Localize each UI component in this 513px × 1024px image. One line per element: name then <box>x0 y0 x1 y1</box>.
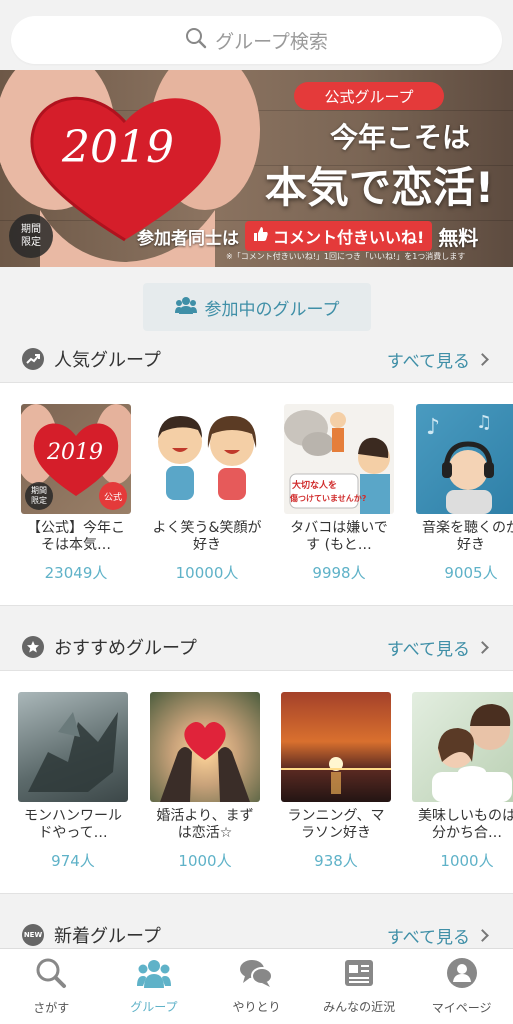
section-title: おすすめグループ <box>54 638 197 659</box>
chevron-right-icon <box>476 352 489 366</box>
group-icon <box>136 958 171 992</box>
nav-label: マイページ <box>431 1001 492 1015</box>
banner-offer-free: 無料 <box>438 225 479 250</box>
see-all-link[interactable]: すべて見る <box>386 347 489 372</box>
nav-search[interactable]: さがす <box>0 949 103 1024</box>
promo-banner[interactable]: 2019 期間 限定 公式グループ 今年こそは 本気で恋活! 参加者同士は コメ… <box>0 70 513 267</box>
section-title: 人気グループ <box>54 350 161 371</box>
member-count: 1000人 <box>178 852 232 870</box>
svg-text:♪: ♪ <box>426 415 440 440</box>
search-bar-area: グループ検索 <box>0 0 513 70</box>
nav-news[interactable]: みんなの近況 <box>308 949 411 1024</box>
recommended-groups-list: モンハンワールドやって… 974人 婚活より、まずは恋活☆ 1000人 ランニン… <box>0 670 513 894</box>
nav-label: みんなの近況 <box>323 1000 396 1014</box>
member-count: 10000人 <box>175 564 239 582</box>
member-count: 23049人 <box>44 564 108 582</box>
nav-label: さがす <box>33 1001 70 1015</box>
group-thumbnail <box>150 692 260 802</box>
group-name: 【公式】今年こそは本気… <box>27 520 125 553</box>
official-group-pill: 公式グループ <box>294 82 444 110</box>
banner-offer-row: 参加者同士は コメント付きいいね! 無料 <box>137 221 478 251</box>
banner-footnote: ※「コメント付きいいね!」1回につき「いいね!」を1つ消費します <box>226 252 466 261</box>
group-name: よく笑う&笑顔が好き <box>152 520 262 553</box>
comment-like-text: コメント付きいいね! <box>273 228 425 247</box>
group-thumbnail <box>281 692 391 802</box>
nav-mypage[interactable]: マイページ <box>410 949 513 1024</box>
group-card[interactable]: 美味しいものは分かち合… 1000人 <box>412 692 513 871</box>
see-all-label: すべて見る <box>386 639 470 660</box>
member-count: 1000人 <box>440 852 494 870</box>
star-icon <box>22 636 44 658</box>
group-thumbnail: ♪ ♫ <box>416 404 513 514</box>
group-name: タバコは嫌いです (もと… <box>290 520 388 553</box>
group-thumbnail <box>18 692 128 802</box>
nav-messages[interactable]: やりとり <box>205 949 308 1024</box>
nav-group[interactable]: グループ <box>103 949 206 1024</box>
thumb-caption-2: 傷つけていませんか? <box>290 494 367 503</box>
group-card[interactable]: よく笑う&笑顔が好き 10000人 <box>152 404 262 583</box>
heart-year: 2019 <box>62 122 174 173</box>
banner-headline-1: 今年こそは <box>329 121 470 154</box>
group-card[interactable]: 婚活より、まずは恋活☆ 1000人 <box>150 692 260 871</box>
group-card[interactable]: モンハンワールドやって… 974人 <box>18 692 128 871</box>
new-badge-text: NEW <box>23 931 43 939</box>
trending-icon <box>22 348 44 370</box>
thumbs-up-icon <box>253 226 269 246</box>
group-thumbnail: 大切な人を 傷つけていませんか? <box>284 404 394 514</box>
group-card[interactable]: ♪ ♫ 音楽を聴くのが好き 9005人 <box>416 404 513 583</box>
see-all-link[interactable]: すべて見る <box>386 923 489 948</box>
thumb-caption-1: 大切な人を <box>292 481 338 491</box>
joined-groups-label: 参加中のグループ <box>204 299 340 320</box>
chevron-right-icon <box>476 640 489 654</box>
banner-headline-2: 本気で恋活! <box>264 163 495 212</box>
member-count: 9998人 <box>312 564 366 582</box>
thumb-year: 2019 <box>47 440 103 465</box>
see-all-link[interactable]: すべて見る <box>386 635 489 660</box>
nav-label: やりとり <box>232 1000 281 1014</box>
nav-label: グループ <box>130 1000 178 1014</box>
group-card[interactable]: 2019 期間 限定 公式 【公式】今年こそは本気… 23049人 <box>21 404 131 583</box>
limited-badge-line1: 期間 <box>31 486 47 495</box>
group-card[interactable]: 大切な人を 傷つけていませんか? タバコは嫌いです (もと… 9998人 <box>284 404 394 583</box>
profile-icon <box>446 957 478 993</box>
chevron-right-icon <box>476 928 489 942</box>
group-thumbnail <box>412 692 513 802</box>
bottom-nav: さがす グループ やりとり みんなの近況 マイページ <box>0 948 513 1024</box>
popular-groups-header: 人気グループ すべて見る <box>0 336 513 382</box>
see-all-label: すべて見る <box>386 351 470 372</box>
official-badge: 公式 <box>99 482 127 510</box>
section-title: 新着グループ <box>54 926 161 947</box>
banner-offer-prefix: 参加者同士は <box>137 228 239 249</box>
member-count: 938人 <box>314 852 358 870</box>
group-thumbnail <box>152 404 262 514</box>
svg-text:♫: ♫ <box>476 412 492 433</box>
popular-groups-list: 2019 期間 限定 公式 【公式】今年こそは本気… 23049人 よく笑う&笑… <box>0 382 513 606</box>
news-icon <box>344 958 374 992</box>
comment-like-badge: コメント付きいいね! <box>245 221 433 251</box>
group-icon <box>174 296 197 318</box>
see-all-label: すべて見る <box>386 927 470 948</box>
limited-badge-line2: 限定 <box>31 496 47 505</box>
limited-badge: 期間 限定 <box>25 482 53 510</box>
group-name: モンハンワールドやって… <box>24 808 122 841</box>
search-icon <box>185 27 207 53</box>
limited-badge-line1: 期間 <box>21 224 41 235</box>
search-input[interactable]: グループ検索 <box>11 16 502 64</box>
search-placeholder: グループ検索 <box>215 30 328 53</box>
limited-badge-line2: 限定 <box>21 237 41 248</box>
group-name: 婚活より、まずは恋活☆ <box>156 808 254 841</box>
group-name: ランニング、マラソン好き <box>287 808 385 841</box>
group-name: 音楽を聴くのが好き <box>422 520 513 553</box>
new-badge-icon: NEW <box>22 924 44 946</box>
member-count: 9005人 <box>444 564 498 582</box>
joined-groups-button[interactable]: 参加中のグループ <box>143 283 371 331</box>
search-icon <box>35 957 67 993</box>
recommended-groups-header: おすすめグループ すべて見る <box>0 624 513 670</box>
limited-badge: 期間 限定 <box>9 214 53 258</box>
group-name: 美味しいものは分かち合… <box>418 808 513 841</box>
member-count: 974人 <box>51 852 95 870</box>
chat-icon <box>239 958 274 992</box>
group-thumbnail: 2019 期間 限定 公式 <box>21 404 131 514</box>
group-card[interactable]: ランニング、マラソン好き 938人 <box>281 692 391 871</box>
